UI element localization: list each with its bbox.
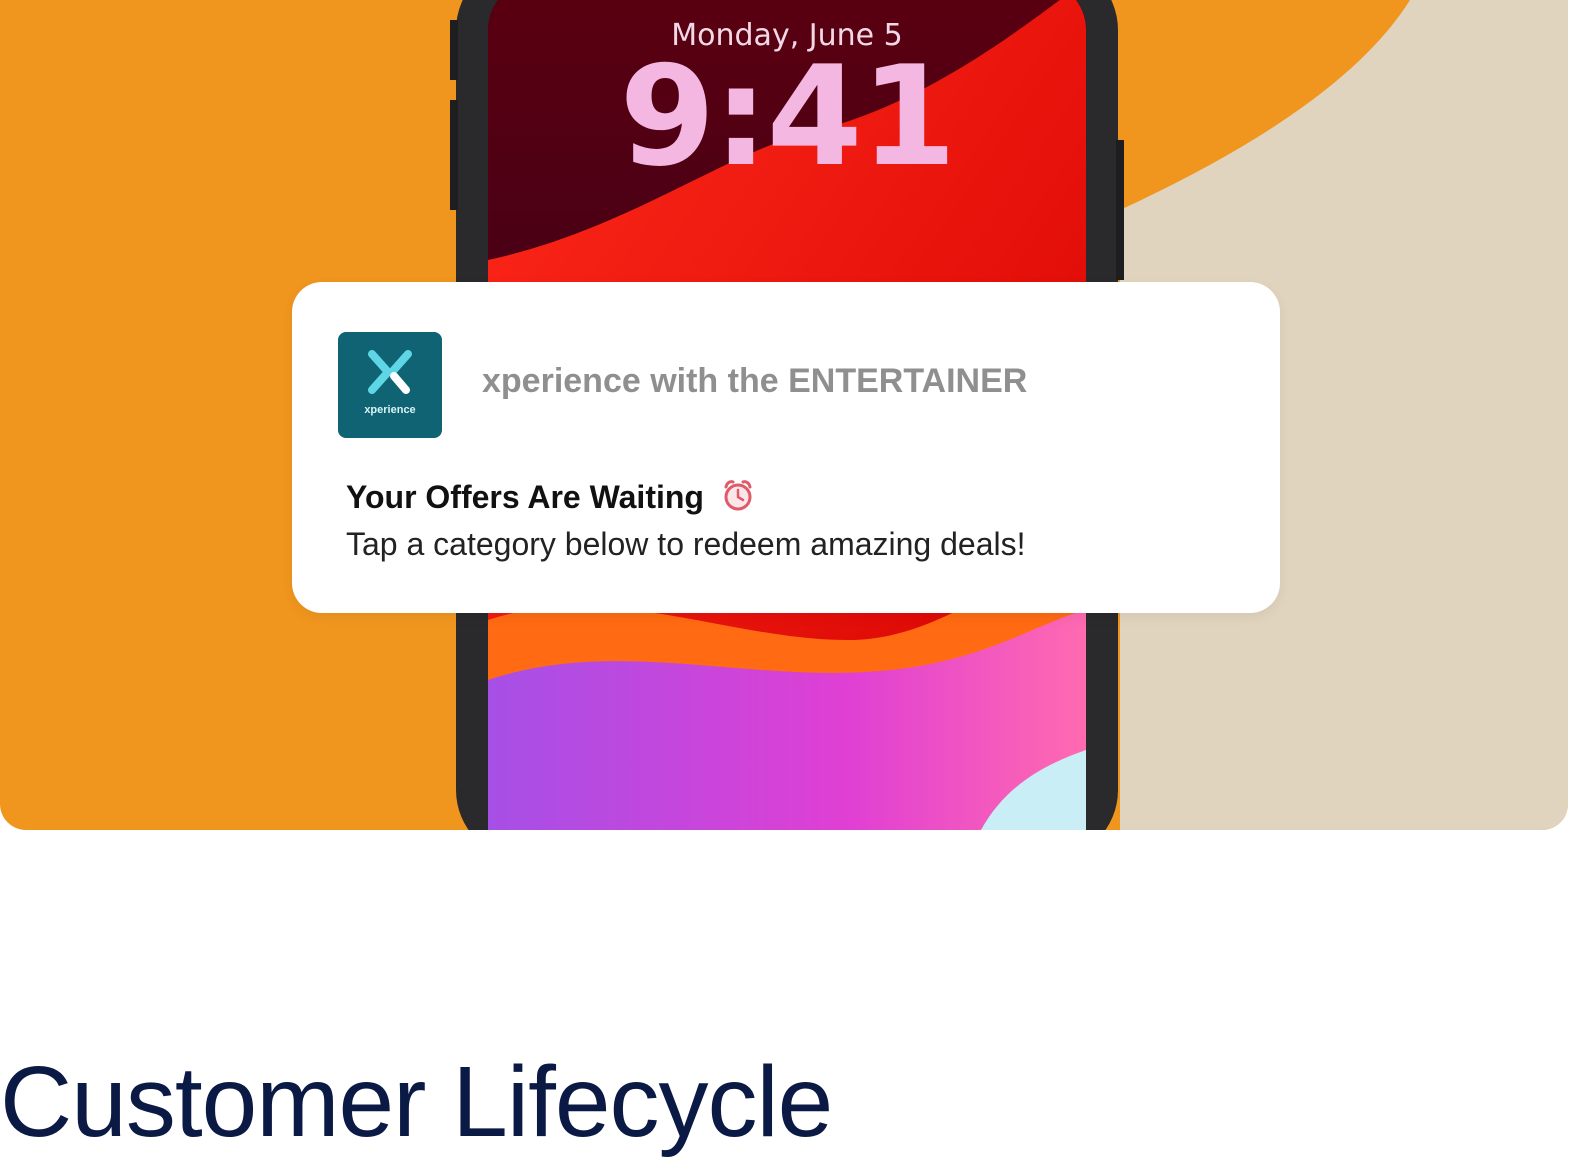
- section-heading: Customer Lifecycle: [0, 1046, 833, 1158]
- push-notification[interactable]: xperience xperience with the ENTERTAINER…: [292, 282, 1280, 613]
- notification-title-text: Your Offers Are Waiting: [346, 479, 704, 515]
- x-logo-icon: [368, 350, 412, 394]
- hero-banner: Monday, June 5 9:41 xperience xperience …: [0, 0, 1568, 830]
- notification-title: Your Offers Are Waiting: [346, 478, 755, 516]
- app-icon: xperience: [338, 332, 442, 438]
- notification-body: Tap a category below to redeem amazing d…: [346, 526, 1026, 562]
- app-icon-label: xperience: [364, 404, 416, 416]
- alarm-clock-icon: [724, 480, 752, 511]
- notification-app-name: xperience with the ENTERTAINER: [482, 362, 1028, 400]
- lock-screen-time: 9:41: [619, 36, 956, 197]
